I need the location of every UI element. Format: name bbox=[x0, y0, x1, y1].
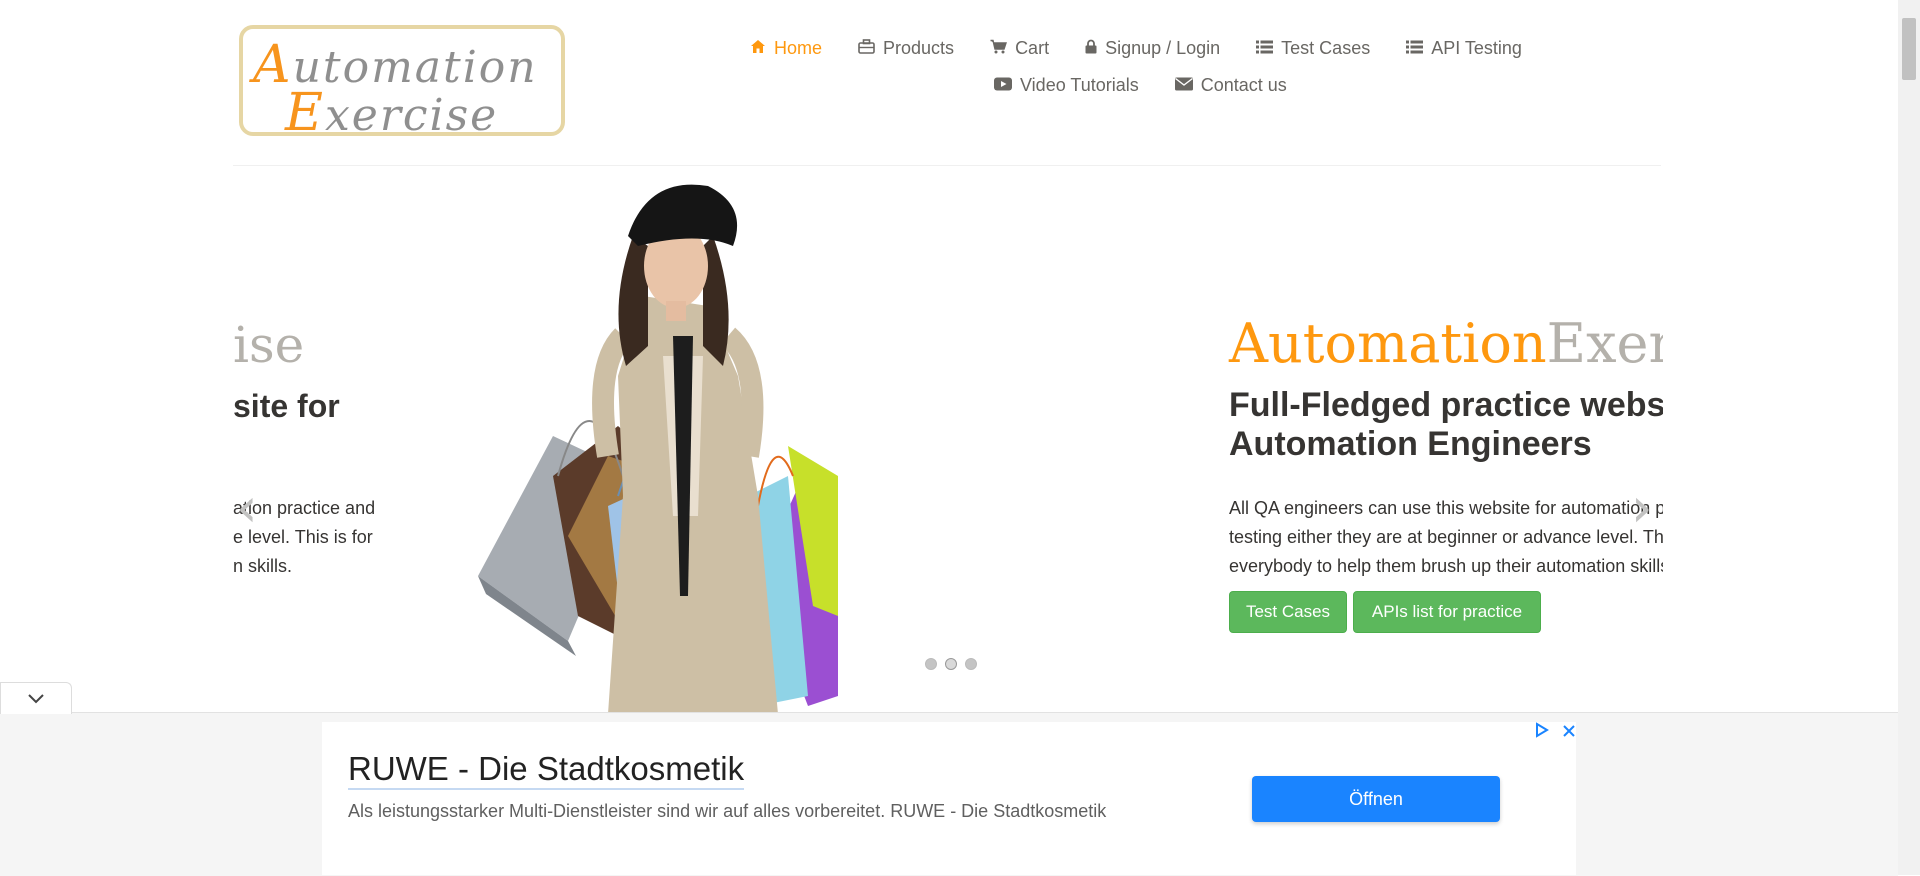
nav-api-testing-label: API Testing bbox=[1431, 38, 1522, 58]
nav-test-cases[interactable]: Test Cases bbox=[1256, 38, 1370, 59]
brand-title: AutomationExercise bbox=[1229, 312, 1663, 375]
carousel-dot[interactable] bbox=[925, 658, 937, 670]
logo-line-2: Exercise bbox=[285, 83, 499, 143]
site-logo[interactable]: Automation Exercise bbox=[239, 25, 565, 143]
hero-carousel: ise site for ation practice and e level.… bbox=[233, 166, 1663, 714]
nav-signup-login[interactable]: Signup / Login bbox=[1085, 38, 1220, 59]
main-nav: Home Products Cart Signup / Login Test C… bbox=[750, 38, 1558, 59]
prev-slide-title: ise bbox=[233, 316, 305, 374]
close-icon[interactable] bbox=[1562, 722, 1576, 743]
nav-cart[interactable]: Cart bbox=[990, 38, 1049, 59]
prev-slide-subtitle: site for bbox=[233, 388, 340, 424]
girl-with-shopping-bags-image bbox=[478, 184, 838, 714]
slide-description: All QA engineers can use this website fo… bbox=[1229, 498, 1663, 576]
envelope-icon bbox=[1174, 75, 1193, 96]
nav-home-label: Home bbox=[774, 38, 823, 58]
next-slide-arrow-icon[interactable]: › bbox=[1631, 476, 1653, 539]
nav-products-label: Products bbox=[883, 38, 955, 58]
nav-video-tutorials-label: Video Tutorials bbox=[1020, 75, 1139, 95]
youtube-icon bbox=[994, 75, 1012, 96]
ad-banner: RUWE - Die Stadtkosmetik Als leistungsst… bbox=[322, 722, 1576, 875]
adchoices-icon[interactable] bbox=[1534, 722, 1550, 743]
nav-home[interactable]: Home bbox=[750, 38, 822, 59]
prev-slide-arrow-icon[interactable]: ‹ bbox=[236, 476, 258, 539]
nav-signup-login-label: Signup / Login bbox=[1105, 38, 1221, 58]
carousel-indicators bbox=[925, 658, 985, 670]
nav-test-cases-label: Test Cases bbox=[1281, 38, 1371, 58]
test-cases-button[interactable]: Test Cases bbox=[1229, 591, 1347, 633]
lock-icon bbox=[1085, 38, 1097, 59]
briefcase-icon bbox=[858, 38, 875, 59]
nav-api-testing[interactable]: API Testing bbox=[1406, 38, 1522, 59]
scrollbar-thumb[interactable] bbox=[1902, 18, 1916, 80]
ad-title[interactable]: RUWE - Die Stadtkosmetik bbox=[348, 750, 745, 790]
nav-products[interactable]: Products bbox=[858, 38, 954, 59]
carousel-dot[interactable] bbox=[965, 658, 977, 670]
ad-text: Als leistungsstarker Multi-Dienstleister… bbox=[348, 801, 1107, 821]
page-scrollbar[interactable] bbox=[1898, 0, 1920, 875]
ad-collapse-button[interactable] bbox=[0, 682, 72, 714]
carousel-dot-active[interactable] bbox=[945, 658, 957, 670]
nav-contact-us-label: Contact us bbox=[1200, 75, 1287, 95]
apis-list-button[interactable]: APIs list for practice bbox=[1353, 591, 1541, 633]
nav-contact-us[interactable]: Contact us bbox=[1174, 75, 1287, 96]
current-slide: AutomationExercise Full-Fledged practice… bbox=[1229, 166, 1663, 714]
ad-open-button[interactable]: Öffnen bbox=[1252, 776, 1500, 822]
list-icon bbox=[1256, 38, 1274, 59]
cart-icon bbox=[990, 38, 1008, 59]
nav-cart-label: Cart bbox=[1015, 38, 1050, 58]
prev-slide-text-line: n skills. bbox=[233, 556, 293, 576]
slide-heading: Full-Fledged practice website for Automa… bbox=[1229, 386, 1663, 463]
main-nav-row-2: Video Tutorials Contact us bbox=[994, 75, 1323, 96]
list-icon bbox=[1406, 38, 1424, 59]
nav-video-tutorials[interactable]: Video Tutorials bbox=[994, 75, 1139, 96]
chevron-down-icon bbox=[27, 689, 45, 709]
home-icon bbox=[750, 38, 766, 59]
